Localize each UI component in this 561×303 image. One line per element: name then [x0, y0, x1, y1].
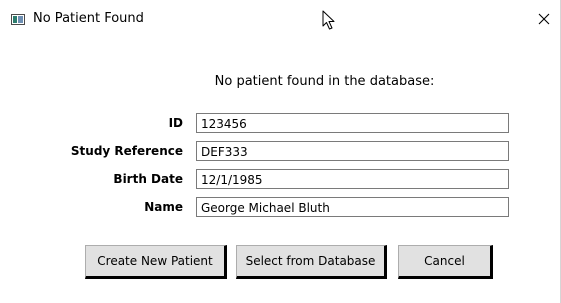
name-field[interactable] [196, 197, 509, 217]
select-from-database-button[interactable]: Select from Database [236, 245, 387, 279]
name-row: Name [0, 197, 561, 219]
close-button[interactable] [532, 8, 556, 30]
study-reference-row: Study Reference [0, 141, 561, 163]
close-icon [538, 13, 550, 25]
id-row: ID [0, 113, 561, 135]
study-reference-field[interactable] [196, 141, 509, 161]
title-bar[interactable]: No Patient Found [0, 0, 560, 32]
birth-date-row: Birth Date [0, 169, 561, 191]
birth-date-label: Birth Date [113, 172, 183, 186]
study-reference-label: Study Reference [70, 144, 183, 158]
name-label: Name [144, 200, 183, 214]
cancel-button[interactable]: Cancel [398, 245, 493, 279]
mouse-pointer-icon [322, 10, 335, 30]
dialog-window: No Patient Found No patient found in the… [0, 0, 561, 303]
app-window-icon [11, 14, 25, 25]
birth-date-field[interactable] [196, 169, 509, 189]
create-new-patient-button[interactable]: Create New Patient [85, 245, 227, 279]
id-label: ID [168, 116, 183, 130]
id-field[interactable] [196, 113, 509, 133]
window-title: No Patient Found [33, 11, 144, 26]
no-patient-message: No patient found in the database: [214, 74, 435, 89]
